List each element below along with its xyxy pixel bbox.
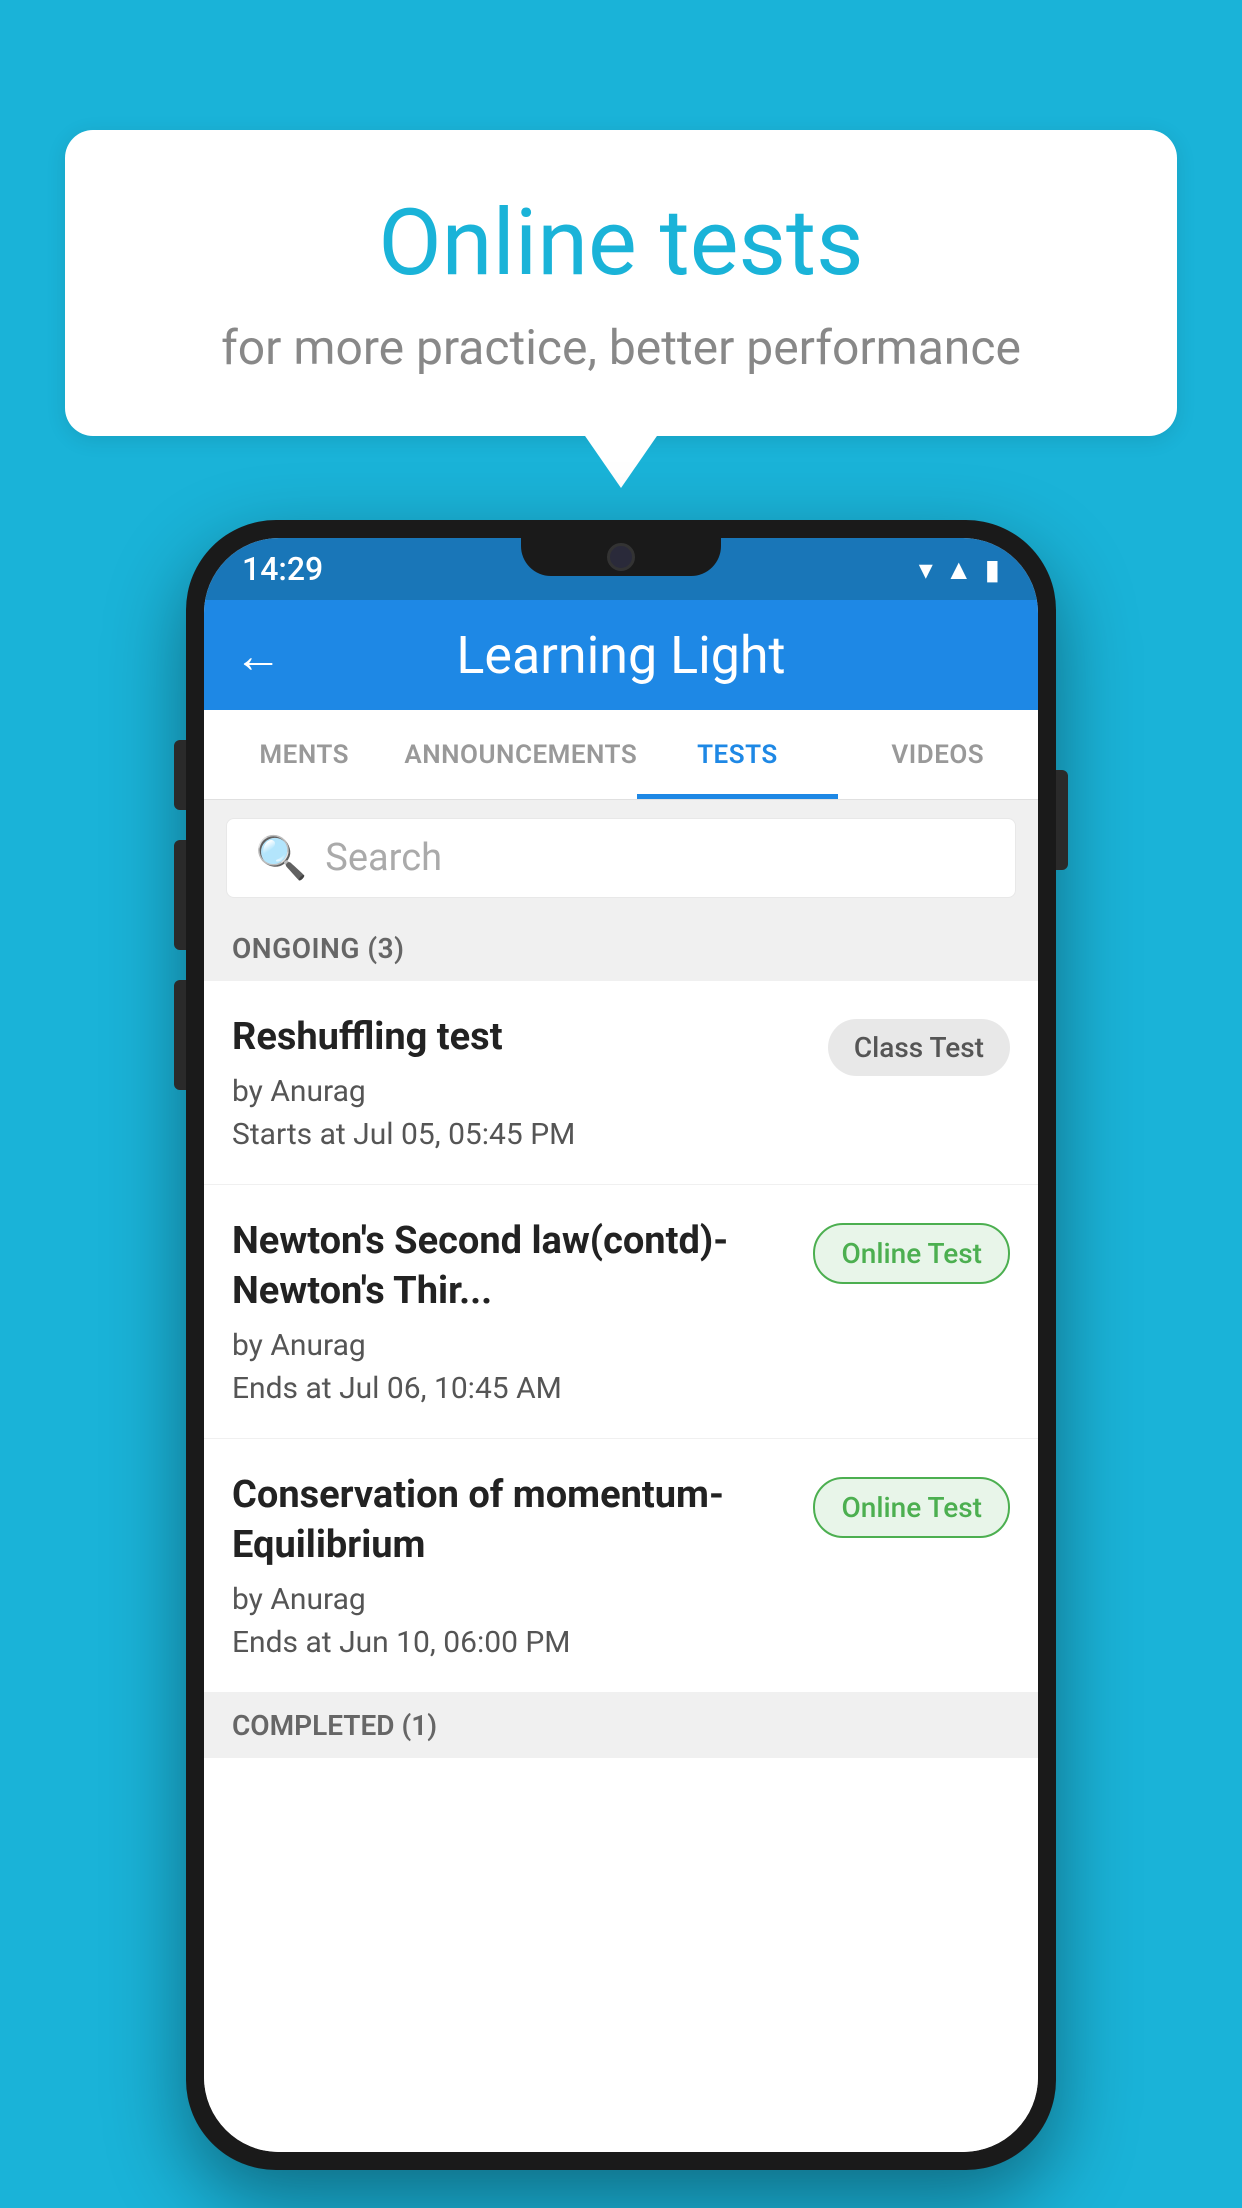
completed-section-header: COMPLETED (1) bbox=[204, 1693, 1038, 1758]
speech-bubble: Online tests for more practice, better p… bbox=[65, 130, 1177, 436]
test-info-conservation: Conservation of momentum-Equilibrium by … bbox=[232, 1471, 793, 1660]
test-badge-newton: Online Test bbox=[813, 1223, 1010, 1284]
speech-bubble-subtitle: for more practice, better performance bbox=[145, 319, 1097, 376]
wifi-icon: ▾ bbox=[919, 553, 933, 586]
speech-bubble-title: Online tests bbox=[145, 190, 1097, 297]
test-name-reshuffling: Reshuffling test bbox=[232, 1013, 808, 1062]
app-bar-title: Learning Light bbox=[310, 625, 932, 686]
battery-icon: ▮ bbox=[985, 553, 1000, 586]
back-button[interactable]: ← bbox=[234, 627, 282, 684]
test-item-reshuffling[interactable]: Reshuffling test by Anurag Starts at Jul… bbox=[204, 981, 1038, 1185]
test-time-newton: Ends at Jul 06, 10:45 AM bbox=[232, 1371, 793, 1406]
phone-screen: 14:29 ▾ ▲ ▮ ← Learning Light MENTS ANNOU… bbox=[204, 538, 1038, 2152]
test-badge-conservation: Online Test bbox=[813, 1477, 1010, 1538]
search-box[interactable]: 🔍 Search bbox=[226, 818, 1016, 898]
test-item-newton[interactable]: Newton's Second law(contd)-Newton's Thir… bbox=[204, 1185, 1038, 1439]
power-button bbox=[1056, 770, 1068, 870]
test-item-conservation[interactable]: Conservation of momentum-Equilibrium by … bbox=[204, 1439, 1038, 1693]
test-name-conservation: Conservation of momentum-Equilibrium bbox=[232, 1471, 793, 1570]
tab-announcements[interactable]: ANNOUNCEMENTS bbox=[404, 710, 637, 799]
tab-ments[interactable]: MENTS bbox=[204, 710, 404, 799]
status-time: 14:29 bbox=[242, 550, 323, 588]
test-author-reshuffling: by Anurag bbox=[232, 1074, 808, 1109]
speech-bubble-container: Online tests for more practice, better p… bbox=[65, 130, 1177, 436]
tab-videos[interactable]: VIDEOS bbox=[838, 710, 1038, 799]
ongoing-label: ONGOING (3) bbox=[232, 932, 404, 965]
test-info-reshuffling: Reshuffling test by Anurag Starts at Jul… bbox=[232, 1013, 808, 1152]
test-time-reshuffling: Starts at Jul 05, 05:45 PM bbox=[232, 1117, 808, 1152]
phone-frame: 14:29 ▾ ▲ ▮ ← Learning Light MENTS ANNOU… bbox=[186, 520, 1056, 2170]
test-list: Reshuffling test by Anurag Starts at Jul… bbox=[204, 981, 1038, 2152]
tabs-bar: MENTS ANNOUNCEMENTS TESTS VIDEOS bbox=[204, 710, 1038, 800]
tab-tests[interactable]: TESTS bbox=[637, 710, 837, 799]
test-badge-reshuffling: Class Test bbox=[828, 1019, 1010, 1076]
app-bar: ← Learning Light bbox=[204, 600, 1038, 710]
phone-camera bbox=[607, 543, 635, 571]
test-author-conservation: by Anurag bbox=[232, 1582, 793, 1617]
signal-icon: ▲ bbox=[945, 553, 973, 586]
ongoing-section-header: ONGOING (3) bbox=[204, 916, 1038, 981]
test-author-newton: by Anurag bbox=[232, 1328, 793, 1363]
status-icons: ▾ ▲ ▮ bbox=[919, 553, 1000, 586]
search-container: 🔍 Search bbox=[204, 800, 1038, 916]
completed-label: COMPLETED (1) bbox=[232, 1709, 437, 1742]
phone-notch bbox=[521, 538, 721, 576]
search-placeholder: Search bbox=[325, 836, 442, 880]
search-icon: 🔍 bbox=[255, 834, 307, 883]
test-time-conservation: Ends at Jun 10, 06:00 PM bbox=[232, 1625, 793, 1660]
test-info-newton: Newton's Second law(contd)-Newton's Thir… bbox=[232, 1217, 793, 1406]
silent-button bbox=[174, 980, 186, 1090]
volume-down-button bbox=[174, 840, 186, 950]
test-name-newton: Newton's Second law(contd)-Newton's Thir… bbox=[232, 1217, 793, 1316]
volume-up-button bbox=[174, 740, 186, 810]
